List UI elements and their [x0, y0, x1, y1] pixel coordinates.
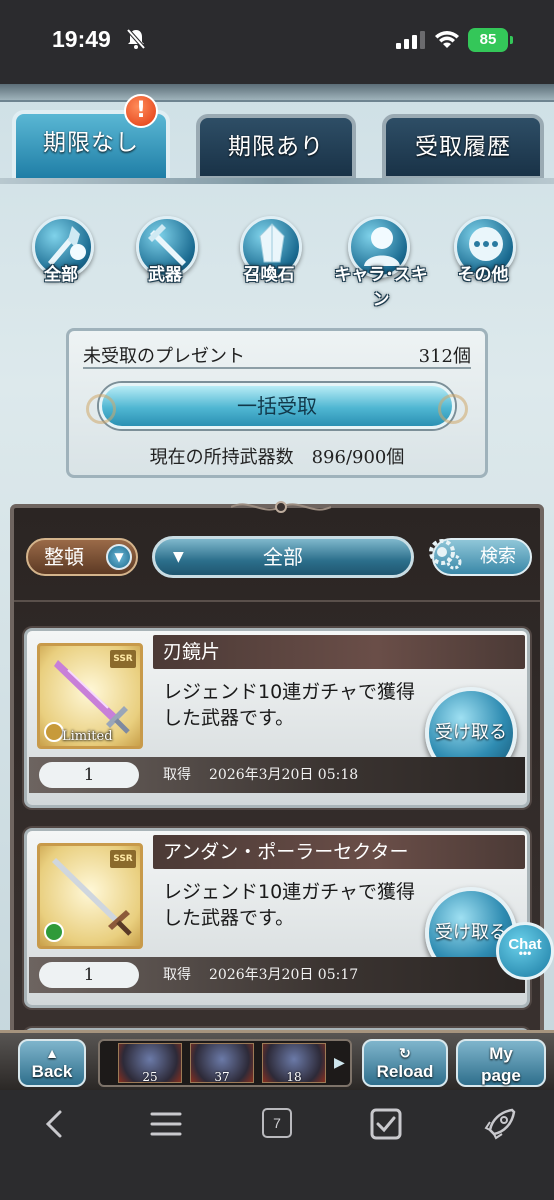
acquired-label: 取得 — [163, 967, 191, 983]
signal-icon — [396, 31, 425, 49]
tab-with-expiry[interactable]: 期限あり — [196, 114, 356, 180]
party-member[interactable]: 18 — [262, 1043, 326, 1084]
ornament-icon — [231, 501, 331, 513]
party-member[interactable]: 25 — [118, 1043, 182, 1084]
party-member-level: 25 — [142, 1070, 158, 1084]
owned-weapons-text: 現在の所持武器数 896/900個 — [149, 447, 405, 468]
item-name: アンダン・ポーラーセクター — [153, 835, 525, 869]
chevron-down-icon: ▼ — [106, 544, 132, 570]
game-top-frame — [0, 84, 554, 102]
back-label: Back — [31, 1062, 73, 1081]
rocket-button[interactable] — [482, 1106, 518, 1142]
present-item: SSR アンダン・ポーラーセクター レジェンド10連ガチャで獲得した武器です。 … — [24, 828, 530, 1008]
category-weapon[interactable]: 武器 — [122, 212, 208, 292]
filter-label: 全部 — [263, 545, 303, 569]
element-icon — [44, 922, 64, 942]
tasks-button[interactable] — [368, 1106, 404, 1142]
tabs-button[interactable]: 7 — [262, 1108, 292, 1138]
category-label: 全部 — [44, 265, 78, 285]
reload-button[interactable]: ↻ Reload — [362, 1039, 448, 1087]
category-label: 武器 — [148, 265, 182, 285]
clock: 19:49 — [52, 26, 111, 52]
acquired-date: 2026年3月20日 05:18 — [209, 767, 359, 783]
party-member-level: 37 — [214, 1070, 230, 1084]
present-summary: 未受取のプレゼント 312個 一括受取 現在の所持武器数 896/900個 — [66, 328, 488, 478]
bulk-receive-button[interactable]: 一括受取 — [86, 383, 468, 429]
rocket-icon — [484, 1108, 516, 1140]
present-header: 未受取のプレゼント 312個 — [83, 339, 471, 369]
browser-back-button[interactable] — [38, 1106, 74, 1142]
menu-icon — [150, 1112, 182, 1136]
category-label: キャラ･スキン — [334, 265, 428, 310]
silent-bell-icon — [126, 28, 146, 50]
acquired-date: 2026年3月20日 05:17 — [209, 967, 359, 983]
tab-history[interactable]: 受取履歴 — [382, 114, 544, 180]
my-page-label-top: My — [489, 1044, 513, 1063]
sort-button[interactable]: 整頓 ▼ — [26, 538, 138, 576]
rarity-badge: SSR — [110, 850, 136, 868]
category-character-skin[interactable]: キャラ･スキン — [334, 212, 428, 310]
category-label: 召喚石 — [243, 265, 295, 285]
reload-label: Reload — [376, 1062, 434, 1081]
reload-icon: ↻ — [399, 1045, 411, 1061]
search-label: 検索 — [480, 546, 516, 567]
item-info-strip: 1 取得 2026年3月20日 05:18 — [29, 757, 525, 793]
my-page-label-bottom: page — [481, 1066, 521, 1085]
item-quantity: 1 — [39, 762, 139, 788]
alert-badge: ! — [124, 94, 158, 128]
back-button[interactable]: ▲ Back — [18, 1039, 86, 1087]
item-quantity: 1 — [39, 962, 139, 988]
chevron-right-icon[interactable]: ▶ — [334, 1053, 348, 1073]
dropdown-triangle-icon: ▼ — [173, 549, 184, 565]
acquired-label: 取得 — [163, 767, 191, 783]
search-button[interactable]: 検索 — [429, 538, 532, 576]
back-arrow-icon: ▲ — [45, 1045, 59, 1061]
category-label: その他 — [457, 265, 509, 285]
item-description: レジェンド10連ガチャで獲得した武器です。 — [163, 681, 415, 729]
gear-icon — [429, 539, 462, 570]
my-page-button[interactable]: My page — [456, 1039, 546, 1087]
rarity-badge: SSR — [110, 650, 136, 668]
weapon-thumbnail: SSR Limited — [37, 643, 143, 749]
party-member[interactable]: 37 — [190, 1043, 254, 1084]
weapon-thumbnail: SSR — [37, 843, 143, 949]
filter-select[interactable]: ▼ 全部 — [152, 536, 414, 578]
category-summon-stone[interactable]: 召喚石 — [226, 212, 312, 292]
battery-indicator: 85 — [468, 28, 513, 52]
present-item: SSR Limited 刃鏡片 レジェンド10連ガチャで獲得した武器です。 受け… — [24, 628, 530, 808]
present-title: 未受取のプレゼント — [83, 346, 245, 367]
chat-dots-icon: ••• — [518, 946, 532, 960]
chat-button[interactable]: Chat ••• — [496, 922, 554, 980]
browser-toolbar: 7 — [0, 1090, 554, 1200]
present-count: 312個 — [418, 346, 471, 367]
sort-label: 整頓 — [44, 545, 84, 569]
item-description: レジェンド10連ガチャで獲得した武器です。 — [163, 881, 415, 929]
app-root: 19:49 85 ! 期限なし 期限あり 受取履歴 全部 武器 召喚石 キャラ･… — [0, 0, 554, 1200]
game-view: ! 期限なし 期限あり 受取履歴 全部 武器 召喚石 キャラ･スキン その他 未… — [0, 84, 554, 1090]
party-member-level: 18 — [286, 1070, 302, 1084]
element-icon — [44, 722, 64, 742]
item-name: 刃鏡片 — [153, 635, 525, 669]
item-info-strip: 1 取得 2026年3月20日 05:17 — [29, 957, 525, 993]
present-list-panel: 整頓 ▼ ▼ 全部 検索 SSR Limited 刃鏡片 レジェンド10連ガチャ… — [10, 501, 544, 1090]
status-bar: 19:49 85 — [0, 0, 554, 84]
chevron-left-icon — [45, 1110, 62, 1138]
limited-label: Limited — [62, 729, 113, 744]
category-other[interactable]: その他 — [440, 212, 526, 292]
menu-button[interactable] — [148, 1106, 184, 1142]
category-all[interactable]: 全部 — [18, 212, 104, 292]
tab-divider — [0, 178, 554, 184]
wifi-icon — [435, 31, 459, 48]
party-strip[interactable]: 25 37 18 ▶ — [98, 1039, 352, 1087]
checkbox-icon — [370, 1108, 402, 1140]
game-bottom-nav: ▲ Back 25 37 18 ▶ ↻ Reload My page — [0, 1030, 554, 1090]
panel-divider — [14, 600, 540, 602]
